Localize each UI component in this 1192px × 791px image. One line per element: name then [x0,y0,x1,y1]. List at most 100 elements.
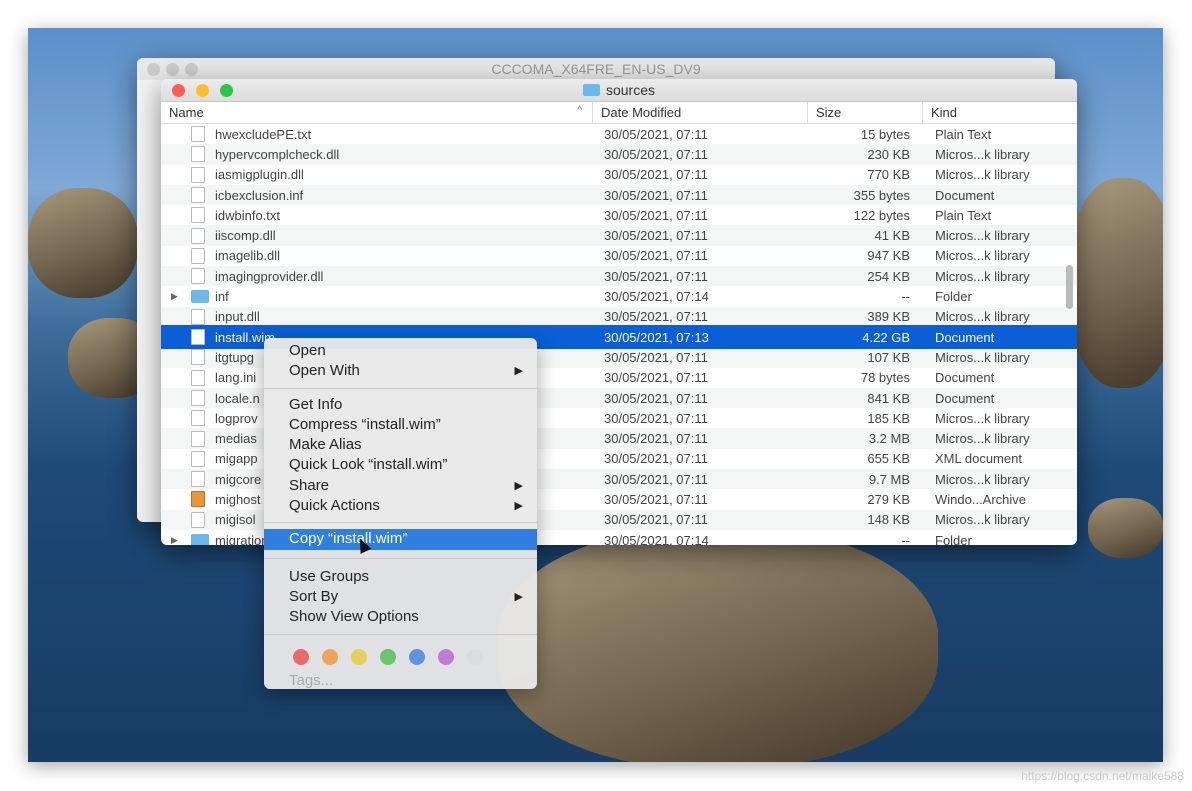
tag-colors [264,641,537,667]
minimize-button[interactable] [196,84,209,97]
file-kind: Micros...k library [935,248,1030,264]
file-icon [191,511,205,528]
back-window-titlebar[interactable]: CCCOMA_X64FRE_EN-US_DV9 [137,58,1055,80]
menu-separator [264,387,537,389]
file-name: medias [215,431,257,447]
date-modified: 30/05/2021, 07:11 [604,471,708,487]
menu-label: Open [289,342,326,359]
file-size: 15 bytes [860,126,910,142]
titlebar[interactable]: sources [161,79,1077,102]
submenu-arrow-icon: ▶ [514,479,523,492]
table-row[interactable]: ▶ inf 30/05/2021, 07:14 -- Folder [161,286,1077,306]
tag-color-dot[interactable] [380,648,396,665]
menu-item-tags[interactable]: Tags... [264,672,537,689]
window-title: sources [605,82,656,98]
file-icon [191,126,205,143]
table-row[interactable]: iiscomp.dll 30/05/2021, 07:11 41 KB Micros.… [161,225,1077,246]
file-name: migisol [215,512,256,528]
menu-item-copy[interactable]: Copy “install.wim” [264,529,537,550]
file-size: 9.7 MB [868,471,910,487]
table-row[interactable]: iasmigplugin.dll 30/05/2021, 07:11 770 KB M… [161,165,1077,185]
context-menu: Open Open With ▶ Get Info Compress “insta… [264,338,537,689]
table-row[interactable]: input.dll 30/05/2021, 07:11 389 KB Micros..… [161,306,1077,327]
zoom-button[interactable] [220,84,233,97]
menu-item-get-info[interactable]: Get Info [264,395,537,415]
table-row[interactable]: hypervcomplcheck.dll 30/05/2021, 07:11 230… [161,144,1077,165]
date-modified: 30/05/2021, 07:11 [604,126,708,142]
menu-label: Quick Actions [289,497,380,515]
file-kind: Micros...k library [935,410,1030,426]
file-size: 841 KB [867,390,910,406]
tag-color-dot[interactable] [438,648,454,665]
column-size[interactable]: Size [808,102,923,123]
archive-icon [191,491,205,508]
file-icon [191,146,205,163]
file-size: 78 bytes [860,370,910,386]
menu-item-share[interactable]: Share ▶ [264,476,537,496]
folder-icon [191,533,209,545]
table-row[interactable]: imagelib.dll 30/05/2021, 07:11 947 KB Micro… [161,246,1077,266]
table-row[interactable]: icbexclusion.inf 30/05/2021, 07:11 355 byt… [161,184,1077,206]
date-modified: 30/05/2021, 07:11 [604,248,708,264]
file-name: iasmigplugin.dll [215,167,304,183]
tag-color-dot[interactable] [409,648,425,665]
menu-item-open-with[interactable]: Open With ▶ [264,361,537,381]
menu-label: Open With [289,362,360,380]
back-window-title: CCCOMA_X64FRE_EN-US_DV9 [491,61,701,77]
scrollbar-thumb[interactable] [1066,265,1073,309]
file-size: -- [901,532,910,545]
file-name: inf [215,289,229,305]
file-name: migration [215,532,269,545]
file-size: 389 KB [867,309,910,325]
menu-item-quick-look[interactable]: Quick Look “install.wim” [264,455,537,475]
column-kind[interactable]: Kind [923,102,1077,123]
file-kind: Micros...k library [935,268,1030,284]
menu-item-open[interactable]: Open [264,341,537,361]
column-date[interactable]: Date Modified [593,102,808,123]
menu-item-quick-actions[interactable]: Quick Actions ▶ [264,496,537,516]
file-kind: Plain Text [935,126,992,142]
file-kind: Micros...k library [935,431,1030,447]
date-modified: 30/05/2021, 07:11 [604,491,708,507]
file-kind: Document [935,390,995,406]
date-modified: 30/05/2021, 07:11 [604,512,708,528]
file-name: locale.n [215,390,260,406]
disclosure-triangle-icon[interactable]: ▶ [171,291,191,302]
menu-item-use-groups[interactable]: Use Groups [264,567,537,587]
date-modified: 30/05/2021, 07:11 [604,187,708,203]
file-kind: Micros...k library [935,167,1030,183]
menu-label: Use Groups [289,567,370,585]
folder-icon [582,84,600,96]
menu-item-sort-by[interactable]: Sort By ▶ [264,587,537,607]
table-row[interactable]: idwbinfo.txt 30/05/2021, 07:11 122 bytes Pl… [161,205,1077,225]
file-name: iiscomp.dll [215,228,276,244]
date-modified: 30/05/2021, 07:11 [604,451,708,467]
sort-ascending-icon: ^ [577,105,582,116]
file-icon [191,166,205,183]
file-size: 3.2 MB [868,431,910,447]
column-label: Date Modified [601,105,682,120]
menu-label: Compress “install.wim” [289,415,441,433]
disclosure-triangle-icon[interactable]: ▶ [171,535,191,545]
tag-color-dot[interactable] [322,648,338,665]
tag-color-dot[interactable] [293,648,309,665]
close-button[interactable] [172,84,185,97]
menu-item-compress[interactable]: Compress “install.wim” [264,415,537,435]
file-kind: Document [935,187,995,203]
column-name[interactable]: Name ^ [161,102,593,123]
file-name: mighost [215,491,261,507]
file-icon [191,268,205,285]
table-row[interactable]: imagingprovider.dll 30/05/2021, 07:11 254 … [161,266,1077,287]
file-kind: Micros...k library [935,228,1030,244]
menu-item-show-view-options[interactable]: Show View Options [264,607,537,627]
file-kind: Micros...k library [935,309,1030,325]
file-size: 122 bytes [853,207,910,223]
date-modified: 30/05/2021, 07:13 [604,329,709,345]
table-row[interactable]: hwexcludePE.txt 30/05/2021, 07:11 15 bytes… [161,124,1077,144]
tag-color-dot[interactable] [467,648,483,665]
tag-color-dot[interactable] [351,648,367,665]
menu-item-make-alias[interactable]: Make Alias [264,435,537,455]
file-size: 254 KB [867,268,910,284]
file-kind: Folder [935,532,972,545]
menu-label: Quick Look “install.wim” [289,456,448,474]
